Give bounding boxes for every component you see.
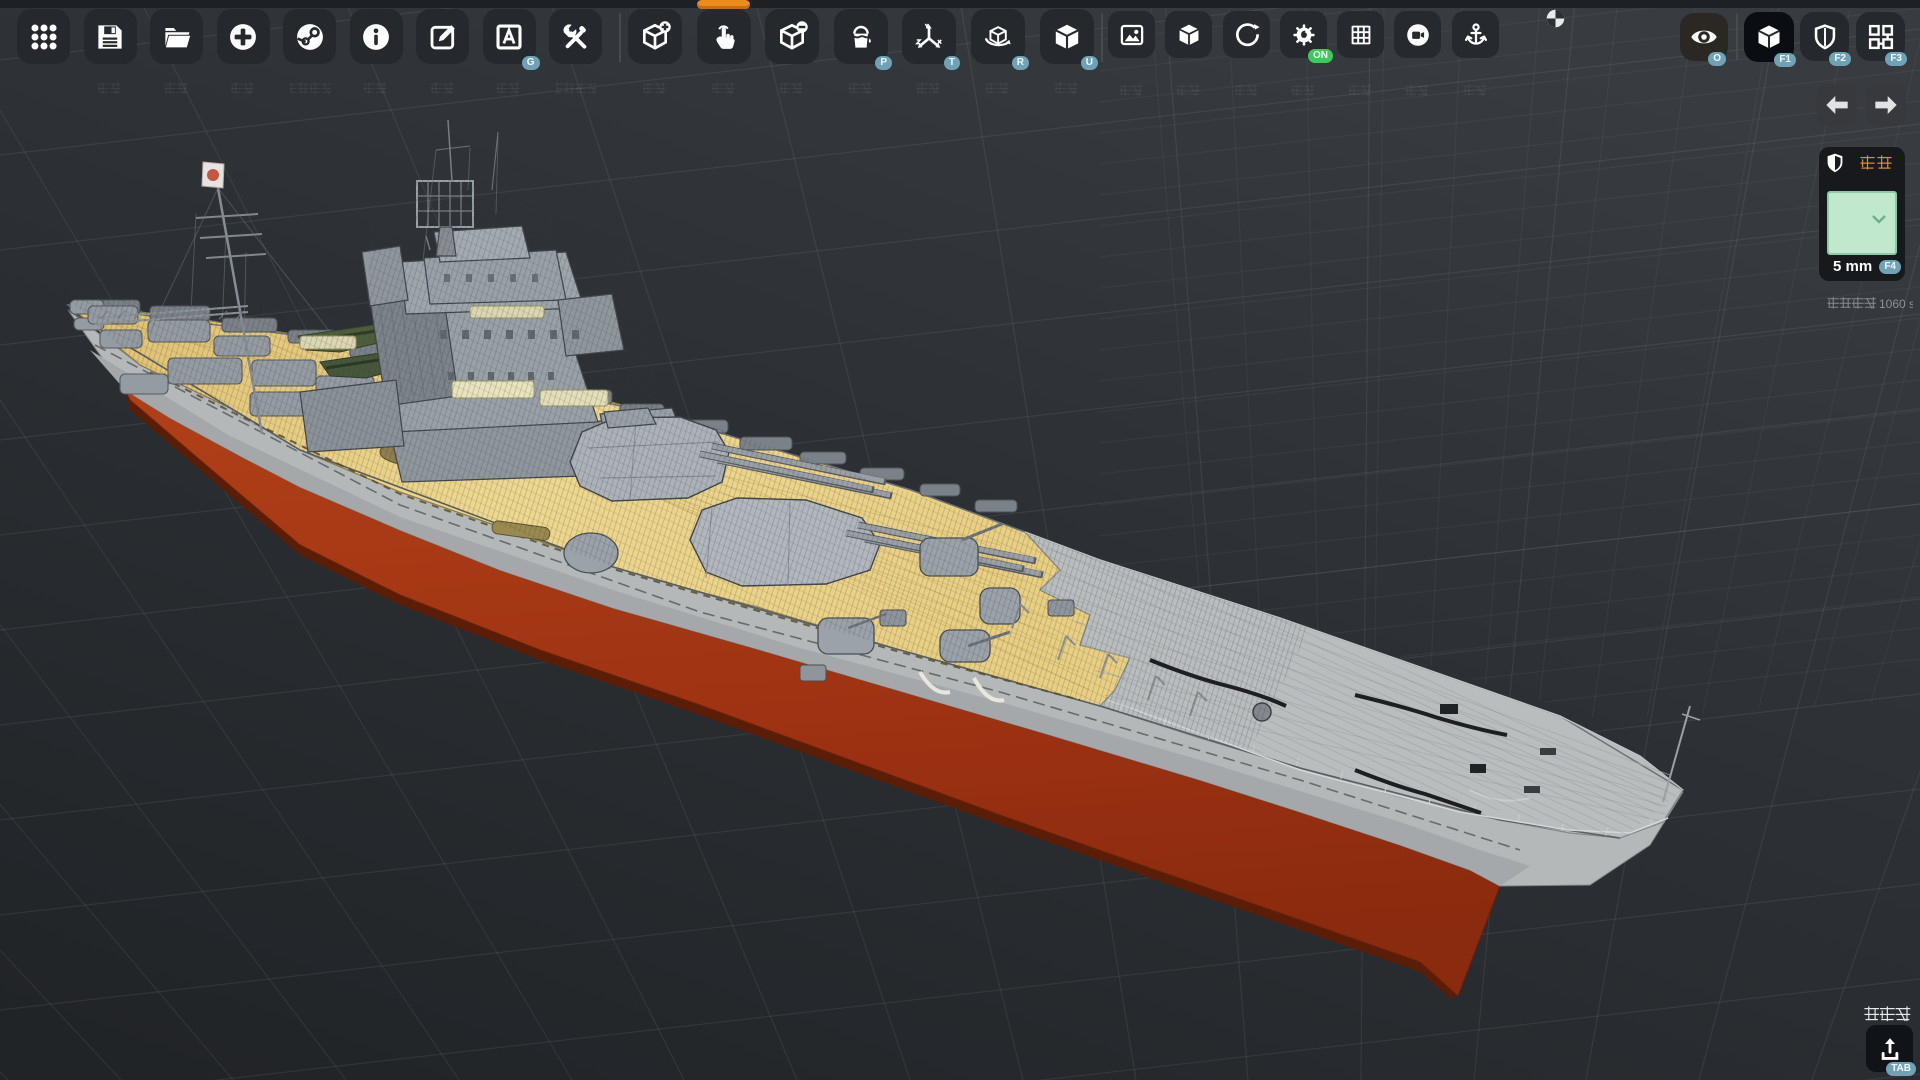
svg-text:1060 s: 1060 s xyxy=(1879,297,1913,310)
